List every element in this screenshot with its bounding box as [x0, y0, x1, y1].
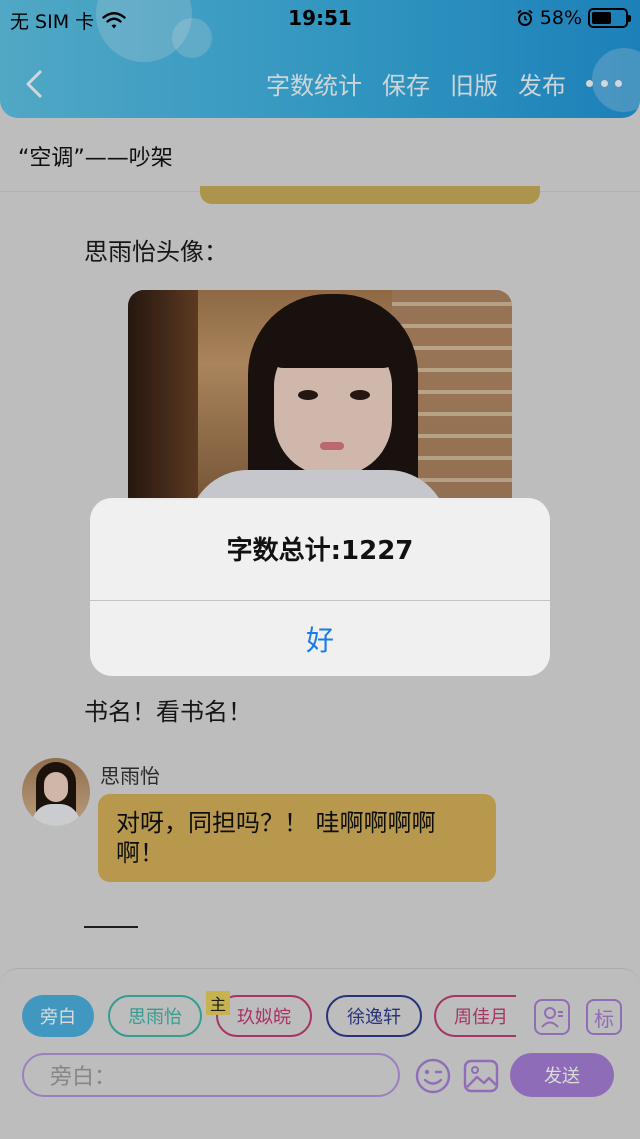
alert-ok-button[interactable]: 好 — [90, 601, 550, 676]
alert-message: 字数总计:1227 — [226, 536, 414, 566]
word-count-alert: 字数总计:1227 好 — [90, 498, 550, 676]
